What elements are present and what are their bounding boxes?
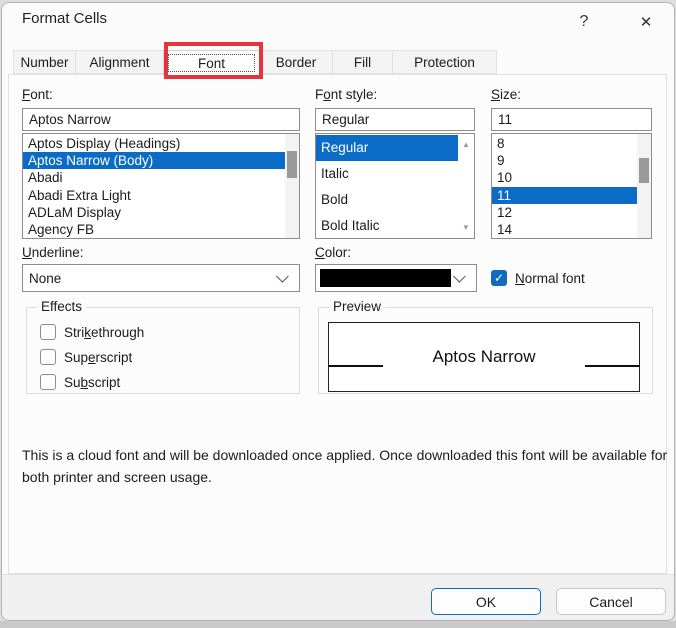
list-option[interactable]: Bold Italic xyxy=(316,212,458,238)
scrollbar-thumb[interactable] xyxy=(287,150,297,178)
help-icon[interactable]: ? xyxy=(568,8,600,36)
underline-label: Underline: xyxy=(22,245,84,260)
size-list-scrollbar[interactable] xyxy=(637,134,651,238)
underline-dropdown[interactable]: None xyxy=(22,264,300,292)
list-option[interactable]: Agency FB xyxy=(23,221,285,238)
list-option[interactable]: ADLaM Display xyxy=(23,204,285,221)
font-label: Font: xyxy=(22,87,53,102)
color-label: Color: xyxy=(315,245,352,260)
underline-value: None xyxy=(29,270,62,286)
strikethrough-checkbox[interactable] xyxy=(40,324,56,340)
list-option[interactable]: 8 xyxy=(492,135,637,152)
list-option[interactable]: Italic xyxy=(316,161,458,187)
superscript-checkbox[interactable] xyxy=(40,349,56,365)
font-style-input[interactable]: Regular xyxy=(315,108,475,131)
list-option[interactable]: 10 xyxy=(492,169,637,186)
font-style-list[interactable]: Regular Italic Bold Bold Italic ▲ ▼ xyxy=(315,133,475,239)
color-swatch xyxy=(320,269,451,287)
scrollbar-thumb[interactable] xyxy=(639,157,649,183)
ok-button[interactable]: OK xyxy=(431,588,541,615)
tab-fill[interactable]: Fill xyxy=(332,50,393,74)
close-icon[interactable]: ✕ xyxy=(630,8,662,36)
cancel-button[interactable]: Cancel xyxy=(556,588,666,615)
list-option[interactable]: Aptos Narrow (Body) xyxy=(23,152,285,170)
size-input[interactable]: 11 xyxy=(491,108,652,131)
font-input[interactable]: Aptos Narrow xyxy=(22,108,300,131)
list-option[interactable]: Abadi xyxy=(23,169,285,186)
cloud-font-note: This is a cloud font and will be downloa… xyxy=(22,444,668,488)
check-icon: ✓ xyxy=(493,271,505,285)
scroll-down-icon[interactable]: ▼ xyxy=(458,223,474,232)
preview-sample-text: Aptos Narrow xyxy=(432,347,536,366)
normal-font-label[interactable]: Normal font xyxy=(515,271,585,286)
list-option[interactable]: 12 xyxy=(492,204,637,221)
red-highlight-annotation xyxy=(164,42,263,79)
effects-group-title: Effects xyxy=(37,299,87,314)
preview-group: Preview Aptos Narrow xyxy=(318,299,653,394)
tab-alignment[interactable]: Alignment xyxy=(75,50,164,74)
cloud-font-note-line: This is a cloud font and will be downloa… xyxy=(22,447,668,463)
chevron-down-icon xyxy=(453,269,466,283)
list-option[interactable]: 14 xyxy=(492,221,637,238)
list-option[interactable]: 11 xyxy=(492,186,637,204)
superscript-label[interactable]: Superscript xyxy=(64,350,132,365)
subscript-checkbox[interactable] xyxy=(40,374,56,390)
font-list[interactable]: Aptos Display (Headings) Aptos Narrow (Bo… xyxy=(22,133,300,239)
chevron-down-icon xyxy=(276,269,289,283)
dialog-title: Format Cells xyxy=(22,10,108,27)
tab-number[interactable]: Number xyxy=(13,50,76,74)
list-option[interactable]: Bold xyxy=(316,187,458,213)
subscript-label[interactable]: Subscript xyxy=(64,375,120,390)
scroll-up-icon[interactable]: ▲ xyxy=(458,140,474,149)
list-option[interactable]: 9 xyxy=(492,152,637,169)
color-dropdown[interactable] xyxy=(315,264,477,292)
size-list[interactable]: 8 9 10 11 12 14 xyxy=(491,133,652,239)
normal-font-checkbox[interactable]: ✓ xyxy=(491,270,507,286)
font-list-scrollbar[interactable] xyxy=(285,134,299,238)
list-option[interactable]: Abadi Extra Light xyxy=(23,187,285,204)
strikethrough-label[interactable]: Strikethrough xyxy=(64,325,144,340)
list-option[interactable]: Regular xyxy=(316,135,458,161)
tab-protection[interactable]: Protection xyxy=(392,50,497,74)
preview-group-title: Preview xyxy=(329,299,386,314)
list-option[interactable]: Aptos Display (Headings) xyxy=(23,135,285,152)
size-label: Size: xyxy=(491,87,522,102)
tab-border[interactable]: Border xyxy=(259,50,333,74)
cloud-font-note-line: both printer and screen usage. xyxy=(22,469,212,485)
font-style-label: Font style: xyxy=(315,87,378,102)
screen-edge xyxy=(0,621,676,628)
preview-box: Aptos Narrow xyxy=(328,322,640,392)
font-style-scrollbar[interactable]: ▲ ▼ xyxy=(458,134,474,238)
